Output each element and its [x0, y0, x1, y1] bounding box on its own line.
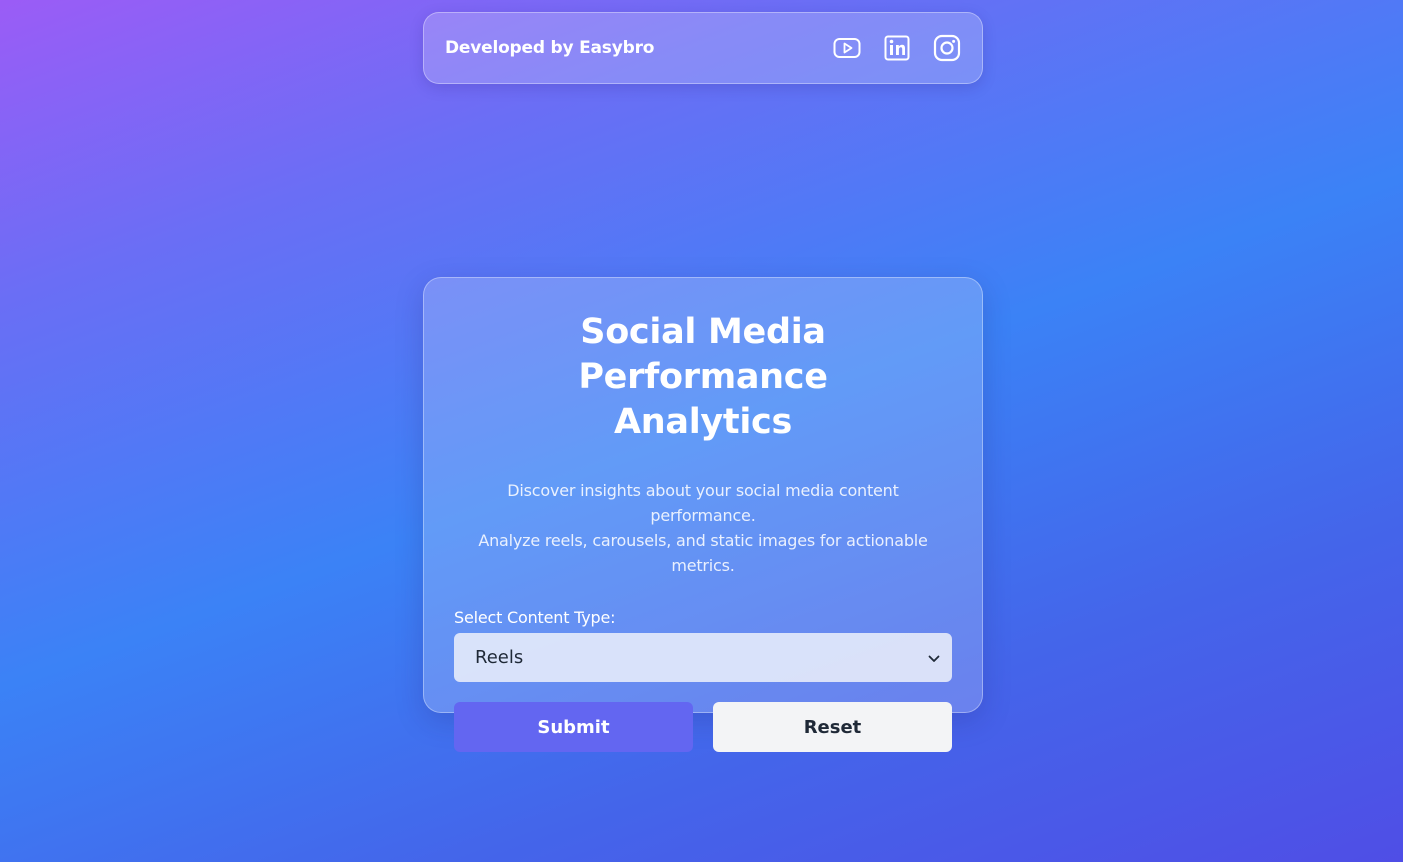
- title-line-2: Analytics: [613, 402, 793, 442]
- reset-button[interactable]: Reset: [713, 702, 952, 752]
- social-links: [832, 33, 962, 63]
- submit-button[interactable]: Submit: [454, 702, 693, 752]
- action-buttons: Submit Reset: [454, 702, 952, 752]
- title-line-1: Social Media Performance: [578, 312, 828, 397]
- brand-text: Developed by Easybro: [445, 38, 655, 58]
- page-title: Social Media Performance Analytics: [454, 310, 952, 445]
- description-line-3: metrics.: [671, 556, 735, 575]
- youtube-icon[interactable]: [832, 33, 862, 63]
- header-bar: Developed by Easybro: [423, 12, 983, 84]
- content-type-value: Reels: [475, 647, 524, 668]
- analytics-card: Social Media Performance Analytics Disco…: [423, 277, 983, 752]
- description-line-2: Analyze reels, carousels, and static ima…: [478, 531, 928, 550]
- content-type-label: Select Content Type:: [454, 608, 616, 627]
- content-type-select[interactable]: Reels: [454, 633, 952, 682]
- description: Discover insights about your social medi…: [454, 478, 952, 578]
- linkedin-icon[interactable]: [882, 33, 912, 63]
- chevron-down-icon: [928, 647, 940, 668]
- description-line-1: Discover insights about your social medi…: [507, 481, 899, 525]
- instagram-icon[interactable]: [932, 33, 962, 63]
